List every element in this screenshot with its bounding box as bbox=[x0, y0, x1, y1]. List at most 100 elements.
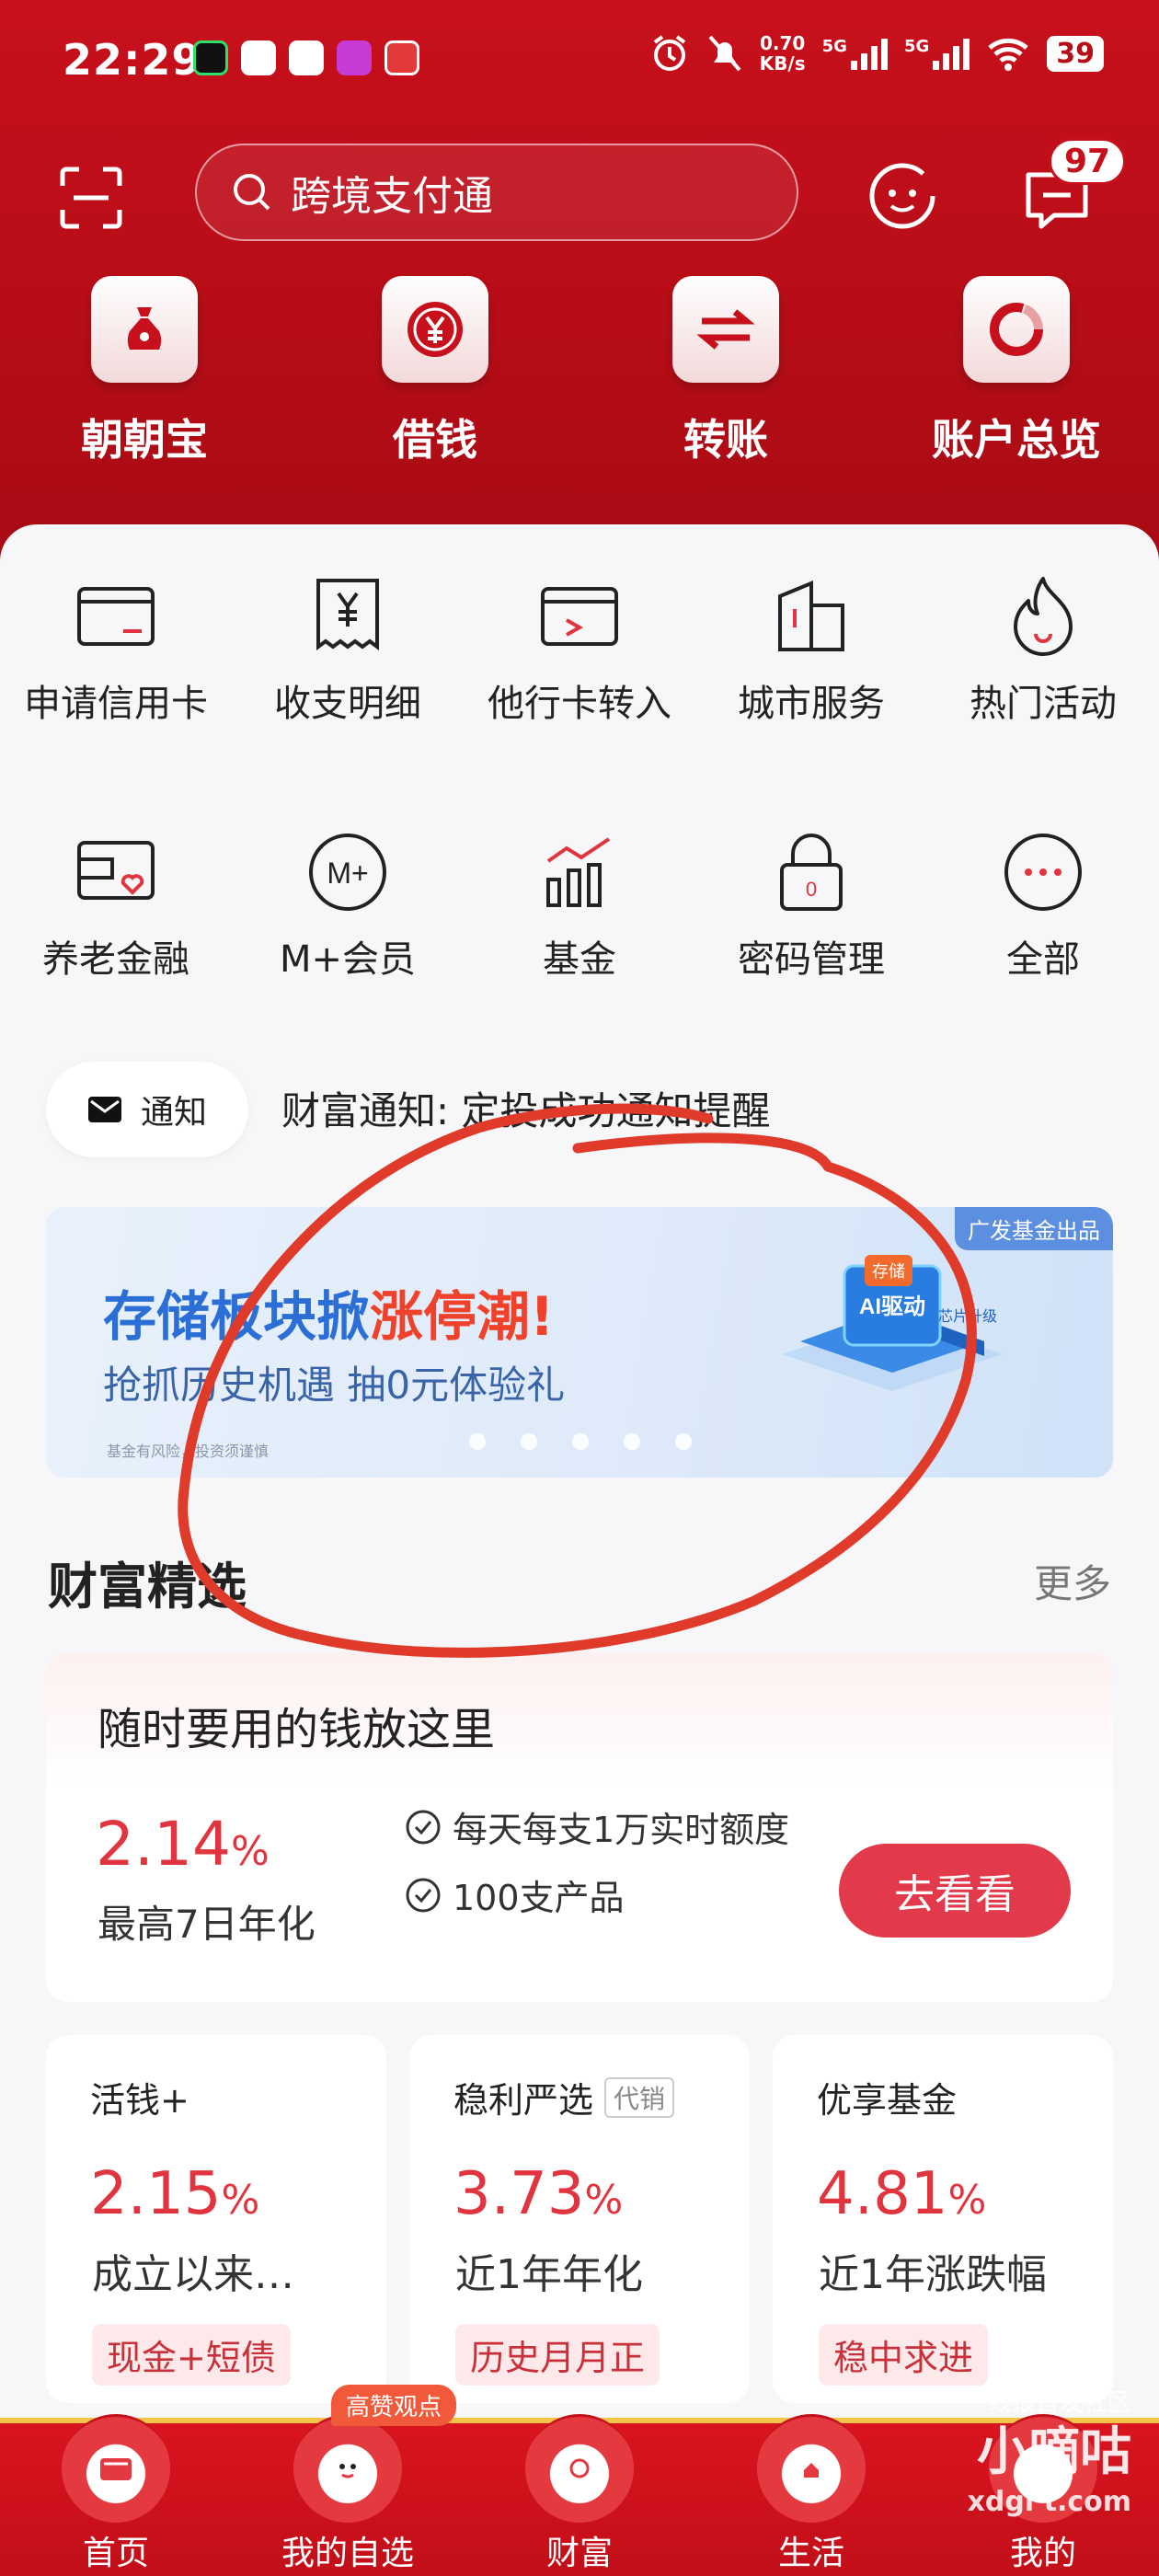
featured-rate: 2.14% bbox=[96, 1809, 270, 1880]
promo-banner[interactable]: 广发基金出品 存储板块掀涨停潮! 抢抓历史机遇 抽0元体验礼 基金有风险，投资须… bbox=[46, 1207, 1113, 1478]
app-icon-green bbox=[193, 40, 228, 75]
more-dots-icon bbox=[999, 828, 1087, 916]
service-all[interactable]: 全部 bbox=[927, 828, 1159, 983]
quick-action-borrow[interactable]: 借钱 bbox=[329, 276, 541, 467]
service-hot-activity[interactable]: 热门活动 bbox=[927, 572, 1159, 727]
net-speed-unit: KB/s bbox=[759, 52, 806, 75]
banner-fine-print: 基金有风险，投资须谨慎 bbox=[107, 1443, 270, 1460]
service-label: 收支明细 bbox=[274, 683, 421, 725]
watermark-line1: 线报首发社区 bbox=[987, 2389, 1131, 2417]
service-credit-card[interactable]: 申请信用卡 bbox=[0, 572, 232, 727]
product-name-text: 活钱+ bbox=[90, 2080, 189, 2121]
yuan-coin-icon bbox=[382, 276, 488, 383]
page-dot[interactable] bbox=[675, 1433, 692, 1450]
app-screen: 22:29 0.70 KB/s 5G 5G 39 跨境支付通 97 朝朝宝 借钱… bbox=[0, 0, 1159, 2576]
product-rate-value: 4.81 bbox=[817, 2160, 948, 2228]
network-speed: 0.70 KB/s bbox=[760, 33, 806, 74]
status-bar: 22:29 0.70 KB/s 5G 5G 39 bbox=[0, 0, 1159, 120]
quick-action-account-overview[interactable]: 账户总览 bbox=[911, 276, 1122, 467]
battery-indicator: 39 bbox=[1047, 35, 1104, 72]
quick-action-chaochaobao[interactable]: 朝朝宝 bbox=[39, 276, 250, 467]
notice-tag[interactable]: 通知 bbox=[46, 1062, 248, 1157]
top-bar: 跨境支付通 97 bbox=[0, 138, 1159, 248]
agency-badge: 代销 bbox=[604, 2076, 675, 2118]
product-rate: 2.15% bbox=[90, 2160, 259, 2228]
tab-label: 财富 bbox=[545, 2535, 613, 2572]
page-dot[interactable] bbox=[572, 1433, 589, 1450]
section-more-link[interactable]: 更多 bbox=[1034, 1553, 1111, 1609]
product-rate-unit: % bbox=[221, 2177, 260, 2224]
transfer-arrows-icon bbox=[672, 276, 779, 383]
check-circle-icon bbox=[406, 1878, 441, 1912]
page-dot[interactable] bbox=[521, 1433, 537, 1450]
bell-app-icon bbox=[337, 40, 372, 75]
search-bar[interactable]: 跨境支付通 bbox=[195, 144, 798, 241]
m-plus-glyph: M+ bbox=[327, 857, 368, 890]
banner-headline-red: 涨停潮 bbox=[370, 1285, 531, 1348]
quick-action-transfer[interactable]: 转账 bbox=[620, 276, 832, 467]
product-rate: 3.73% bbox=[453, 2160, 623, 2228]
service-password[interactable]: 0 密码管理 bbox=[695, 828, 927, 983]
credit-card-icon bbox=[72, 572, 160, 661]
search-icon bbox=[234, 174, 270, 211]
signal-bars-icon bbox=[850, 37, 888, 70]
quick-action-label: 朝朝宝 bbox=[81, 415, 208, 465]
service-fund[interactable]: 基金 bbox=[464, 828, 695, 983]
banner-headline: 存储板块掀涨停潮! bbox=[103, 1273, 554, 1351]
page-dot[interactable] bbox=[469, 1433, 486, 1450]
tab-home[interactable]: 首页 bbox=[0, 2414, 232, 2574]
flame-icon bbox=[999, 572, 1087, 661]
product-rate: 4.81% bbox=[817, 2160, 986, 2228]
tab-label: 我的自选 bbox=[281, 2535, 414, 2572]
featured-feature: 100支产品 bbox=[405, 1869, 625, 1920]
service-label: 热门活动 bbox=[970, 683, 1117, 725]
section-title: 财富精选 bbox=[48, 1558, 247, 1616]
product-card-youxiang[interactable]: 优享基金 4.81% 近1年涨跌幅 稳中求进 bbox=[773, 2035, 1113, 2403]
featured-product-card[interactable]: 随时要用的钱放这里 2.14% 最高7日年化 每天每支1万实时额度 100支产品… bbox=[46, 1652, 1113, 2002]
product-card-huoqian[interactable]: 活钱+ 2.15% 成立以来… 现金+短债 bbox=[46, 2035, 386, 2403]
service-label: M+会员 bbox=[279, 938, 417, 981]
watermark-line3: xdgl t.com bbox=[967, 2486, 1131, 2518]
service-label: 他行卡转入 bbox=[488, 683, 671, 725]
assistant-face-icon[interactable] bbox=[866, 160, 938, 232]
service-city[interactable]: 城市服务 bbox=[695, 572, 927, 727]
product-name: 优享基金 bbox=[817, 2072, 957, 2122]
mute-bell-icon bbox=[708, 35, 741, 72]
penguin-icon bbox=[289, 40, 324, 75]
service-other-bank-transfer[interactable]: 他行卡转入 bbox=[464, 572, 695, 727]
tab-watchlist[interactable]: 我的自选 bbox=[232, 2414, 464, 2574]
tab-life[interactable]: 生活 bbox=[695, 2414, 927, 2574]
banner-pagination bbox=[469, 1433, 692, 1450]
signal-bars-icon bbox=[933, 37, 970, 70]
product-name-text: 优享基金 bbox=[817, 2080, 958, 2121]
tab-label: 生活 bbox=[777, 2535, 844, 2572]
product-tag: 历史月月正 bbox=[455, 2324, 660, 2386]
service-label: 城市服务 bbox=[738, 683, 885, 725]
chip-badge: 存储 bbox=[872, 1262, 905, 1281]
app-icon-red bbox=[384, 40, 419, 75]
banner-corner-tag: 广发基金出品 bbox=[955, 1207, 1113, 1250]
header-background: 22:29 0.70 KB/s 5G 5G 39 跨境支付通 97 朝朝宝 借钱… bbox=[0, 0, 1159, 570]
chip-side-label: 芯片升级 bbox=[938, 1308, 997, 1325]
wifi-icon bbox=[988, 38, 1028, 71]
page-dot[interactable] bbox=[624, 1433, 640, 1450]
product-rate-label: 成立以来… bbox=[92, 2251, 294, 2298]
app-icon-metro bbox=[241, 40, 276, 75]
view-button[interactable]: 去看看 bbox=[839, 1844, 1071, 1938]
product-rate-label: 近1年涨跌幅 bbox=[819, 2251, 1047, 2298]
product-card-wenli[interactable]: 稳利严选 代销 3.73% 近1年年化 历史月月正 bbox=[409, 2035, 750, 2403]
service-label: 申请信用卡 bbox=[24, 683, 208, 725]
product-rate-label: 近1年年化 bbox=[455, 2251, 643, 2298]
service-label: 养老金融 bbox=[42, 938, 189, 981]
product-rate-unit: % bbox=[584, 2177, 624, 2224]
service-income-expense[interactable]: 收支明细 bbox=[232, 572, 464, 727]
service-m-plus[interactable]: M+ M+会员 bbox=[232, 828, 464, 983]
money-bag-icon bbox=[91, 276, 198, 383]
tab-wealth[interactable]: 财富 bbox=[464, 2414, 695, 2574]
service-pension[interactable]: 养老金融 bbox=[0, 828, 232, 983]
scan-icon[interactable] bbox=[59, 166, 123, 230]
notice-message[interactable]: 财富通知: 定投成功通知提醒 bbox=[281, 1080, 771, 1136]
status-time: 22:29 bbox=[63, 35, 202, 85]
product-rate-value: 2.15 bbox=[90, 2160, 222, 2228]
m-plus-icon: M+ bbox=[304, 828, 392, 916]
